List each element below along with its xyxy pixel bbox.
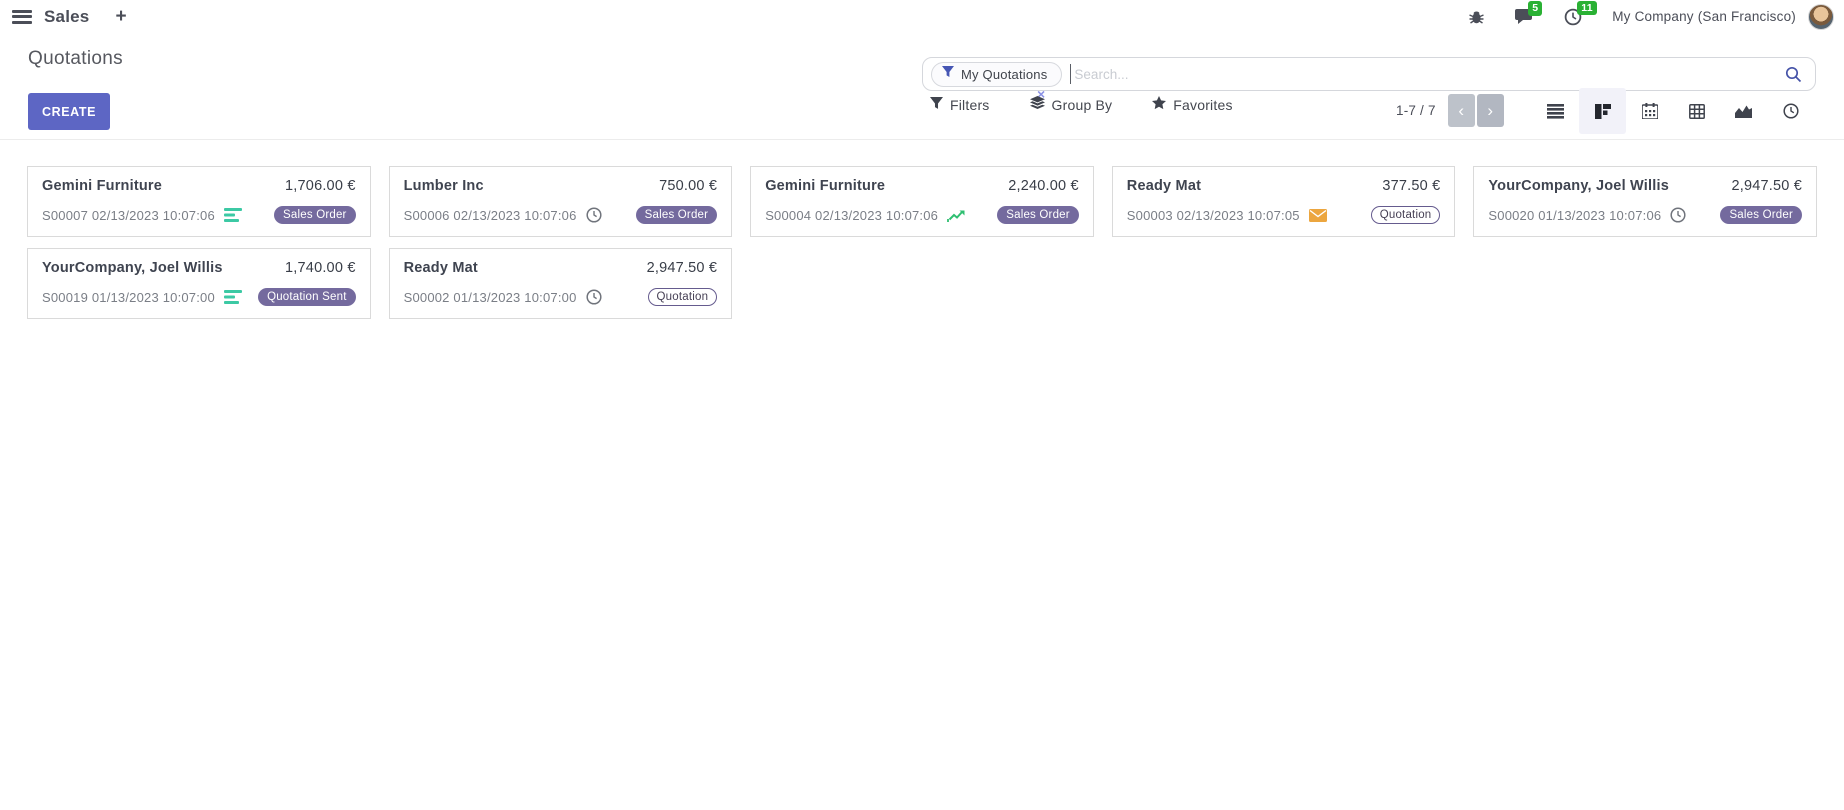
clock-activity-icon[interactable] xyxy=(586,207,602,223)
card-amount: 1,706.00 € xyxy=(285,178,356,194)
card-amount: 2,947.50 € xyxy=(647,260,718,276)
card-amount: 1,740.00 € xyxy=(285,260,356,276)
pager-count: 1-7 / 7 xyxy=(1396,103,1436,118)
card-reference: S00003 02/13/2023 10:07:05 xyxy=(1127,208,1300,223)
debug-bug-icon[interactable] xyxy=(1468,8,1485,25)
create-button[interactable]: CREATE xyxy=(28,93,110,130)
activity-view-icon[interactable] xyxy=(1767,88,1814,134)
top-navbar: Sales + 5 11 My Company (San Francisco) xyxy=(0,0,1844,33)
search-bar[interactable]: My Quotations × xyxy=(922,57,1816,91)
user-avatar[interactable] xyxy=(1808,4,1834,30)
card-reference: S00004 02/13/2023 10:07:06 xyxy=(765,208,938,223)
quotation-card[interactable]: YourCompany, Joel Willis 2,947.50 € S000… xyxy=(1473,166,1817,237)
card-status-badge: Sales Order xyxy=(274,206,356,224)
page-title: Quotations xyxy=(28,48,123,70)
layers-icon xyxy=(1030,96,1045,113)
messages-icon[interactable]: 5 xyxy=(1515,8,1534,25)
card-status-badge: Quotation Sent xyxy=(258,288,356,306)
card-customer: Gemini Furniture xyxy=(765,178,885,194)
new-tab-plus-icon[interactable]: + xyxy=(115,7,126,26)
pager-next-button[interactable]: › xyxy=(1477,94,1504,127)
company-switcher[interactable]: My Company (San Francisco) xyxy=(1612,9,1796,24)
list-activity-icon[interactable] xyxy=(224,290,242,304)
app-name[interactable]: Sales xyxy=(44,7,89,27)
card-customer: YourCompany, Joel Willis xyxy=(42,260,223,276)
card-reference: S00020 01/13/2023 10:07:06 xyxy=(1488,208,1661,223)
card-status-badge: Sales Order xyxy=(1720,206,1802,224)
group-by-label: Group By xyxy=(1052,97,1113,113)
clock-activity-icon[interactable] xyxy=(586,289,602,305)
card-customer: Gemini Furniture xyxy=(42,178,162,194)
view-switcher xyxy=(1532,88,1814,134)
filters-label: Filters xyxy=(950,97,990,113)
quotation-card[interactable]: Gemini Furniture 2,240.00 € S00004 02/13… xyxy=(750,166,1094,237)
quotation-card[interactable]: Gemini Furniture 1,706.00 € S00007 02/13… xyxy=(27,166,371,237)
card-amount: 2,240.00 € xyxy=(1008,178,1079,194)
graph-view-icon[interactable] xyxy=(1720,88,1767,134)
activities-count-badge: 11 xyxy=(1577,1,1597,16)
group-by-button[interactable]: Group By xyxy=(1030,96,1113,113)
favorites-button[interactable]: Favorites xyxy=(1152,96,1232,113)
search-facet-my-quotations[interactable]: My Quotations × xyxy=(931,62,1062,87)
favorites-label: Favorites xyxy=(1173,97,1232,113)
card-amount: 2,947.50 € xyxy=(1731,178,1802,194)
card-amount: 377.50 € xyxy=(1382,178,1440,194)
card-reference: S00006 02/13/2023 10:07:06 xyxy=(404,208,577,223)
list-activity-icon[interactable] xyxy=(224,208,242,222)
quotation-card[interactable]: YourCompany, Joel Willis 1,740.00 € S000… xyxy=(27,248,371,319)
facet-label: My Quotations xyxy=(961,67,1047,82)
kanban-view: Gemini Furniture 1,706.00 € S00007 02/13… xyxy=(0,140,1844,319)
control-panel: Quotations CREATE My Quotations × Filter… xyxy=(0,33,1844,140)
card-reference: S00019 01/13/2023 10:07:00 xyxy=(42,290,215,305)
kanban-view-icon[interactable] xyxy=(1579,88,1626,134)
card-reference: S00002 01/13/2023 10:07:00 xyxy=(404,290,577,305)
card-status-badge: Sales Order xyxy=(636,206,718,224)
quotation-card[interactable]: Lumber Inc 750.00 € S00006 02/13/2023 10… xyxy=(389,166,733,237)
quotation-card[interactable]: Ready Mat 2,947.50 € S00002 01/13/2023 1… xyxy=(389,248,733,319)
trend-activity-icon[interactable] xyxy=(947,208,966,223)
filters-button[interactable]: Filters xyxy=(930,97,990,113)
pager: 1-7 / 7 ‹ › xyxy=(1396,94,1504,127)
apps-menu-icon[interactable] xyxy=(12,10,32,24)
pager-previous-button[interactable]: ‹ xyxy=(1448,94,1475,127)
search-options: Filters Group By Favorites xyxy=(930,96,1233,113)
list-view-icon[interactable] xyxy=(1532,88,1579,134)
card-status-badge: Quotation xyxy=(648,288,718,306)
clock-activity-icon[interactable] xyxy=(1670,207,1686,223)
messages-count-badge: 5 xyxy=(1528,1,1542,16)
facet-filter-icon xyxy=(942,65,954,83)
search-icon[interactable] xyxy=(1785,66,1802,88)
card-status-badge: Sales Order xyxy=(997,206,1079,224)
activities-clock-icon[interactable]: 11 xyxy=(1564,8,1582,26)
card-customer: Ready Mat xyxy=(404,260,478,276)
filter-funnel-icon xyxy=(930,97,943,113)
quotation-card[interactable]: Ready Mat 377.50 € S00003 02/13/2023 10:… xyxy=(1112,166,1456,237)
search-input[interactable] xyxy=(1071,67,1775,82)
card-customer: YourCompany, Joel Willis xyxy=(1488,178,1669,194)
card-status-badge: Quotation xyxy=(1371,206,1441,224)
calendar-view-icon[interactable] xyxy=(1626,88,1673,134)
card-amount: 750.00 € xyxy=(659,178,717,194)
envelope-activity-icon[interactable] xyxy=(1309,209,1327,222)
card-reference: S00007 02/13/2023 10:07:06 xyxy=(42,208,215,223)
card-customer: Ready Mat xyxy=(1127,178,1201,194)
card-customer: Lumber Inc xyxy=(404,178,484,194)
star-icon xyxy=(1152,96,1166,113)
pivot-view-icon[interactable] xyxy=(1673,88,1720,134)
